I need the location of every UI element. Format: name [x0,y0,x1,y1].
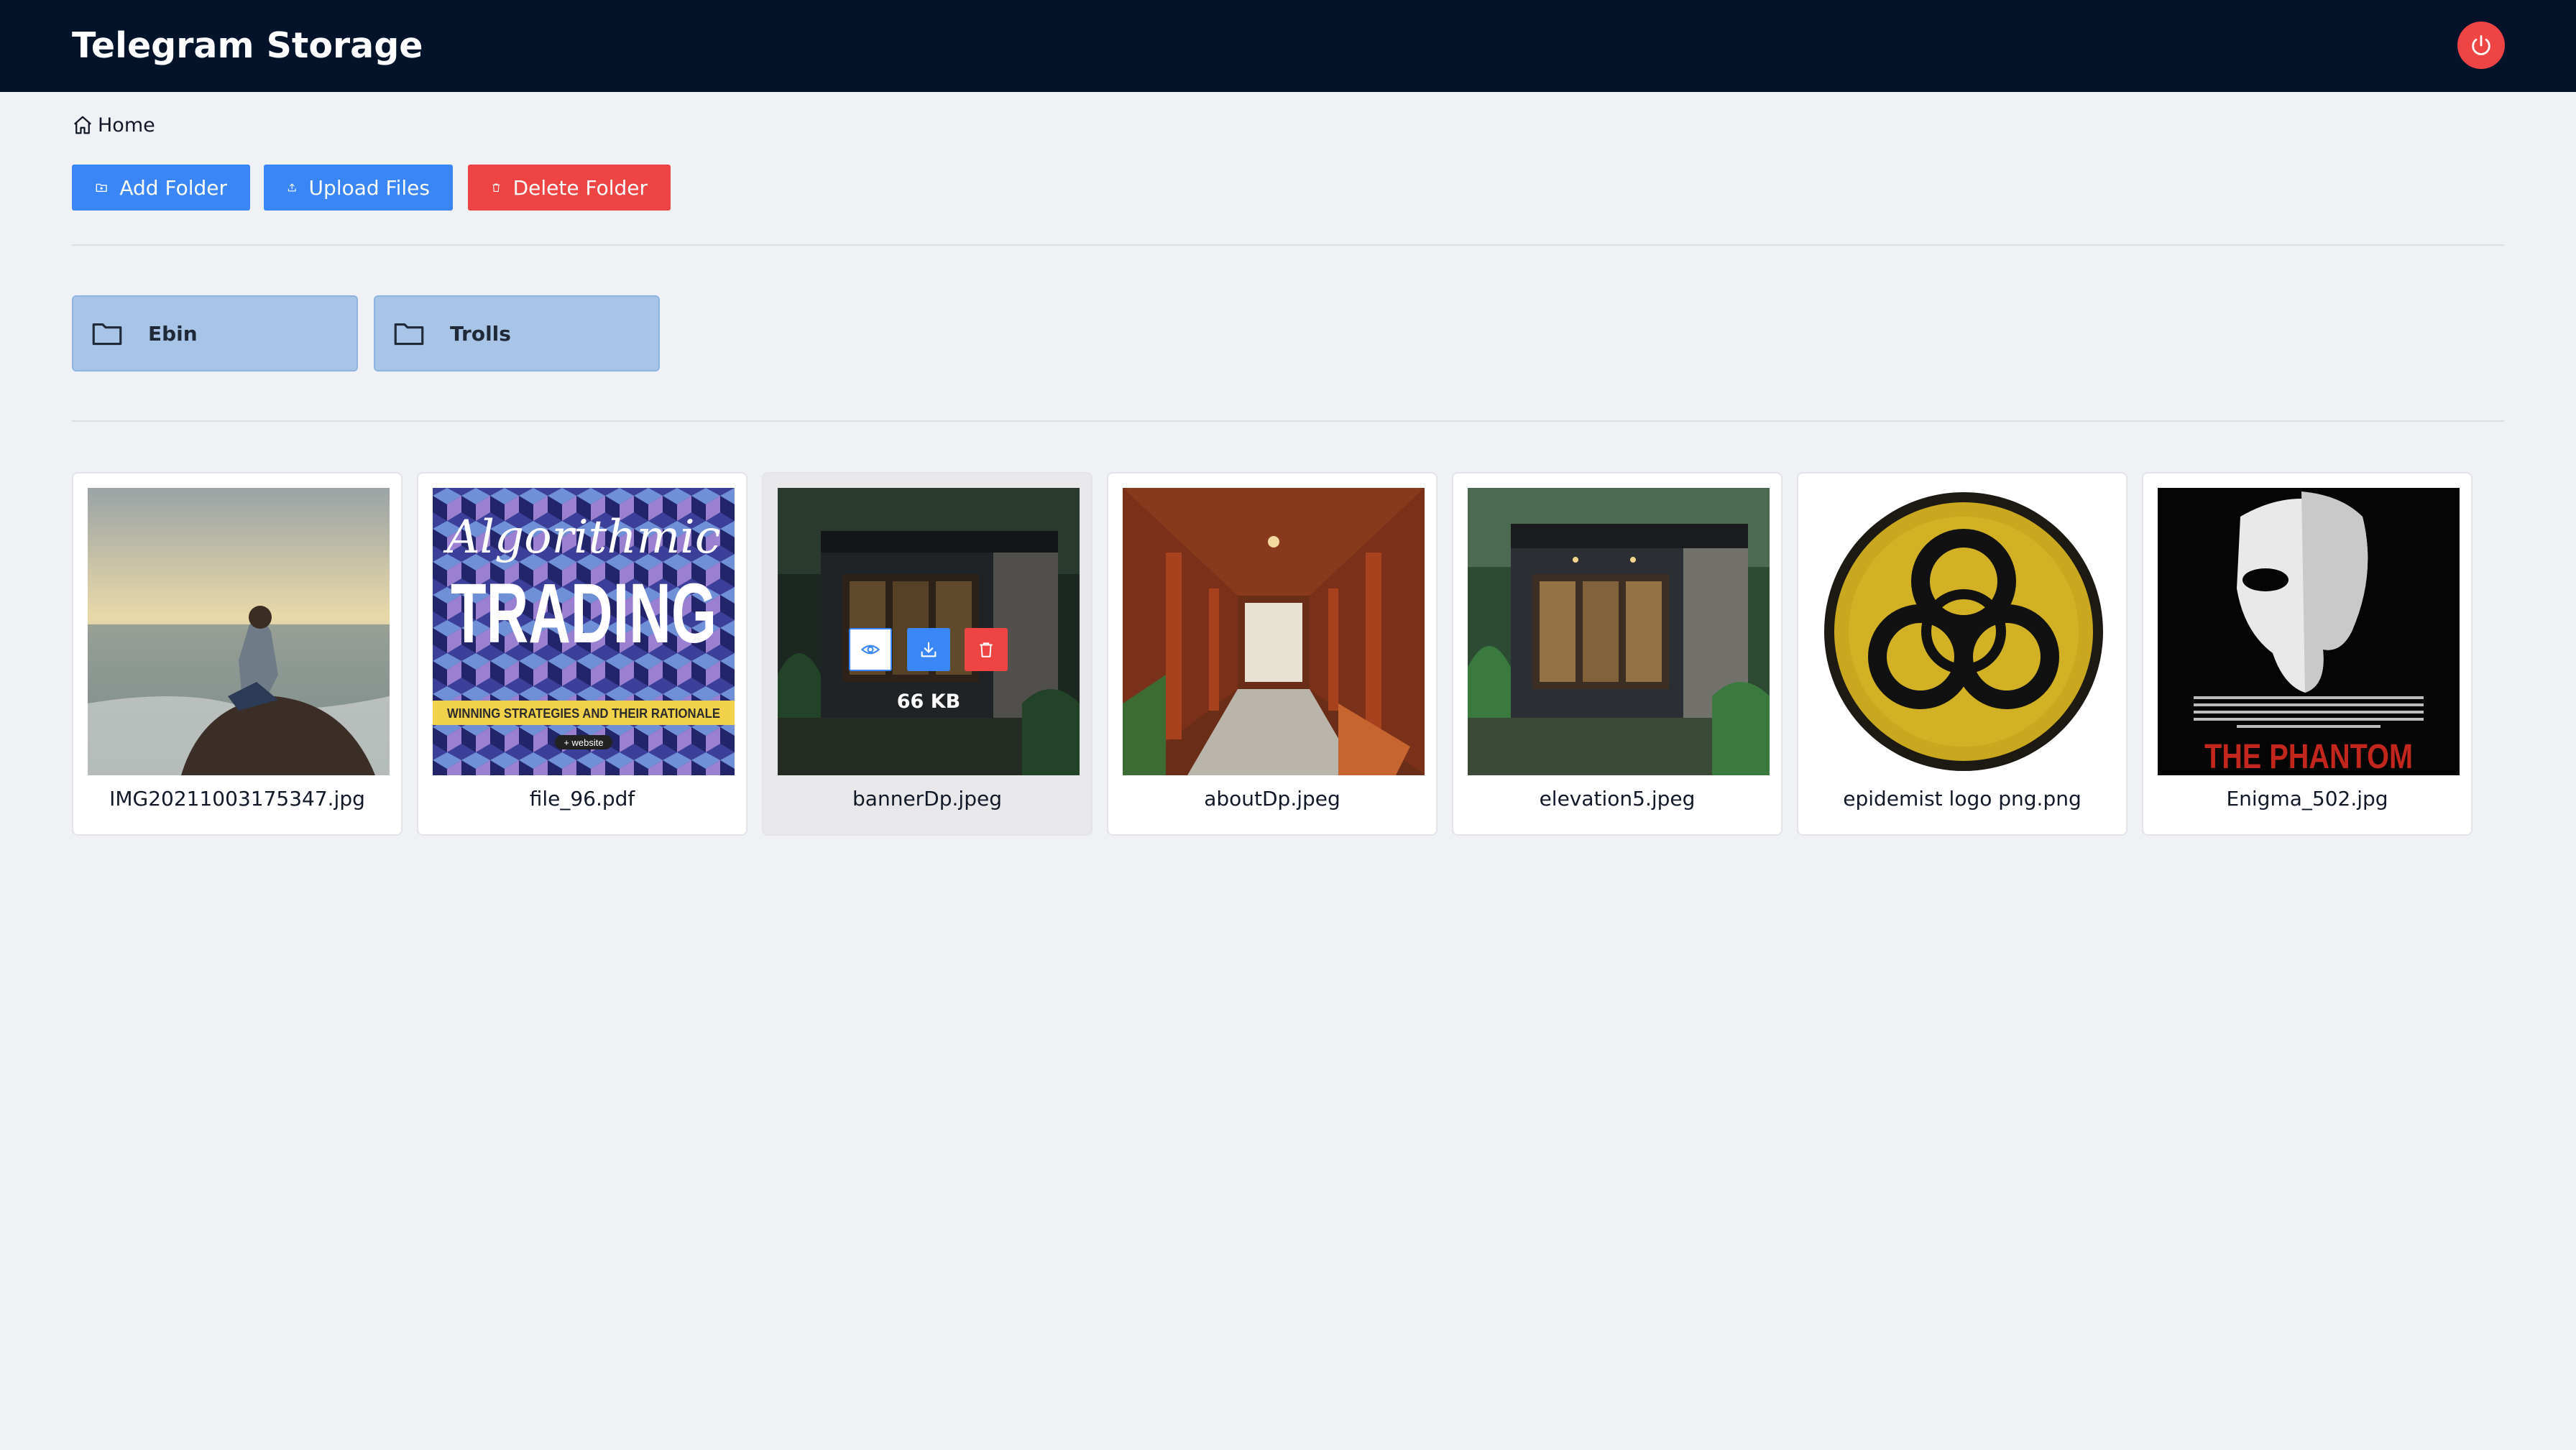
thumb-text: + website [564,737,603,748]
file-thumbnail[interactable] [1813,488,2115,775]
add-folder-button[interactable]: Add Folder [72,165,250,211]
file-card[interactable]: epidemist logo png.png [1797,472,2128,836]
file-name: epidemist logo png.png [1843,787,2082,811]
divider [72,420,2504,422]
folder-icon [92,323,122,346]
view-file-button[interactable] [849,628,892,671]
trash-icon [980,642,993,657]
logout-button[interactable] [2457,22,2505,69]
add-folder-label: Add Folder [119,175,227,200]
power-icon [2472,34,2490,55]
trash-icon [492,183,500,193]
home-icon[interactable] [72,114,93,136]
folder-tile[interactable]: Ebin [72,295,358,371]
file-card[interactable]: IMG20211003175347.jpg [72,472,402,836]
file-thumbnail[interactable]: Algorithmic TRADING WINNING STRATEGIES A… [433,488,735,775]
file-actions-overlay: 66 KB [778,488,1080,775]
delete-folder-button[interactable]: Delete Folder [468,165,671,211]
file-card[interactable]: 66 KB bannerDp.jpeg [762,472,1092,836]
upload-files-label: Upload Files [308,175,430,200]
download-file-button[interactable] [907,628,950,671]
file-card[interactable]: elevation5.jpeg [1452,472,1782,836]
eye-icon [860,645,880,655]
file-card[interactable]: THE PHANTOM Enigma_502.jpg [2142,472,2472,836]
file-thumbnail[interactable] [1123,488,1425,775]
file-thumbnail[interactable]: THE PHANTOM [2158,488,2460,775]
divider [72,244,2504,246]
file-name: aboutDp.jpeg [1204,787,1340,811]
folder-plus-icon [96,183,107,193]
folder-tile[interactable]: Trolls [374,295,660,371]
folder-name: Ebin [148,321,198,346]
top-bar: Telegram Storage [0,0,2576,92]
file-name: elevation5.jpeg [1539,787,1696,811]
thumb-text: TRADING [451,566,717,661]
file-card[interactable]: Algorithmic TRADING WINNING STRATEGIES A… [417,472,748,836]
file-name: Enigma_502.jpg [2226,787,2388,811]
breadcrumb: Home [72,112,155,138]
thumb-text: THE PHANTOM [2204,738,2413,775]
download-icon [921,642,937,657]
app-title: Telegram Storage [72,25,423,66]
delete-file-button[interactable] [965,628,1008,671]
file-name: bannerDp.jpeg [852,787,1002,811]
file-thumbnail[interactable] [1468,488,1770,775]
file-name: file_96.pdf [529,787,635,811]
upload-files-button[interactable]: Upload Files [264,165,453,211]
file-thumbnail[interactable] [88,488,390,775]
upload-icon [288,183,296,192]
file-name: IMG20211003175347.jpg [109,787,365,811]
file-size: 66 KB [896,691,961,713]
folder-icon [394,323,424,346]
breadcrumb-home[interactable]: Home [98,114,155,137]
thumb-text: Algorithmic [443,511,720,564]
delete-folder-label: Delete Folder [512,175,648,200]
file-card[interactable]: aboutDp.jpeg [1107,472,1438,836]
folder-name: Trolls [450,321,511,346]
thumb-text: WINNING STRATEGIES AND THEIR RATIONALE [447,706,720,721]
